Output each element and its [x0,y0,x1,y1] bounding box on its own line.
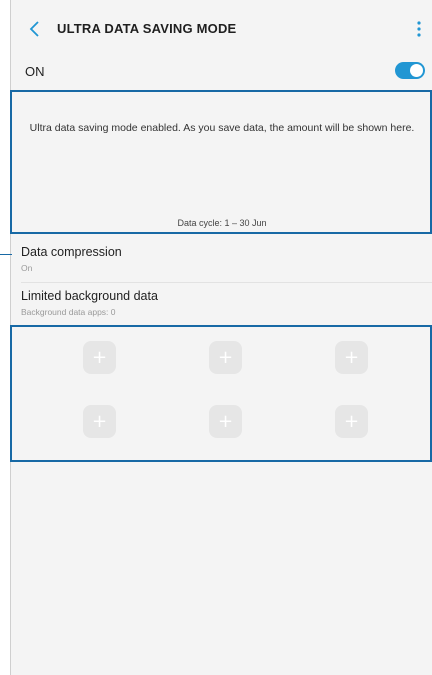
more-options-icon[interactable] [413,18,425,40]
apps-grid-callout-box [10,325,432,462]
master-switch-label: ON [25,64,45,79]
page-title: ULTRA DATA SAVING MODE [57,21,237,36]
data-compression-status: On [21,263,33,273]
background-data-apps-count: Background data apps: 0 [21,307,116,317]
app-bar: ULTRA DATA SAVING MODE [11,0,432,56]
limited-background-data-item[interactable]: Limited background data Background data … [11,282,432,326]
limited-background-data-title: Limited background data [21,289,158,303]
data-compression-item[interactable]: Data compression On [11,238,432,282]
master-switch-toggle[interactable] [395,62,425,79]
data-compression-title: Data compression [21,245,122,259]
data-compression-callout-line [0,254,12,255]
settings-list: Data compression On Limited background d… [11,238,432,326]
toggle-knob [410,64,423,77]
back-icon[interactable] [25,18,45,40]
master-switch-row[interactable]: ON [11,56,432,88]
summary-callout-box [10,90,432,234]
